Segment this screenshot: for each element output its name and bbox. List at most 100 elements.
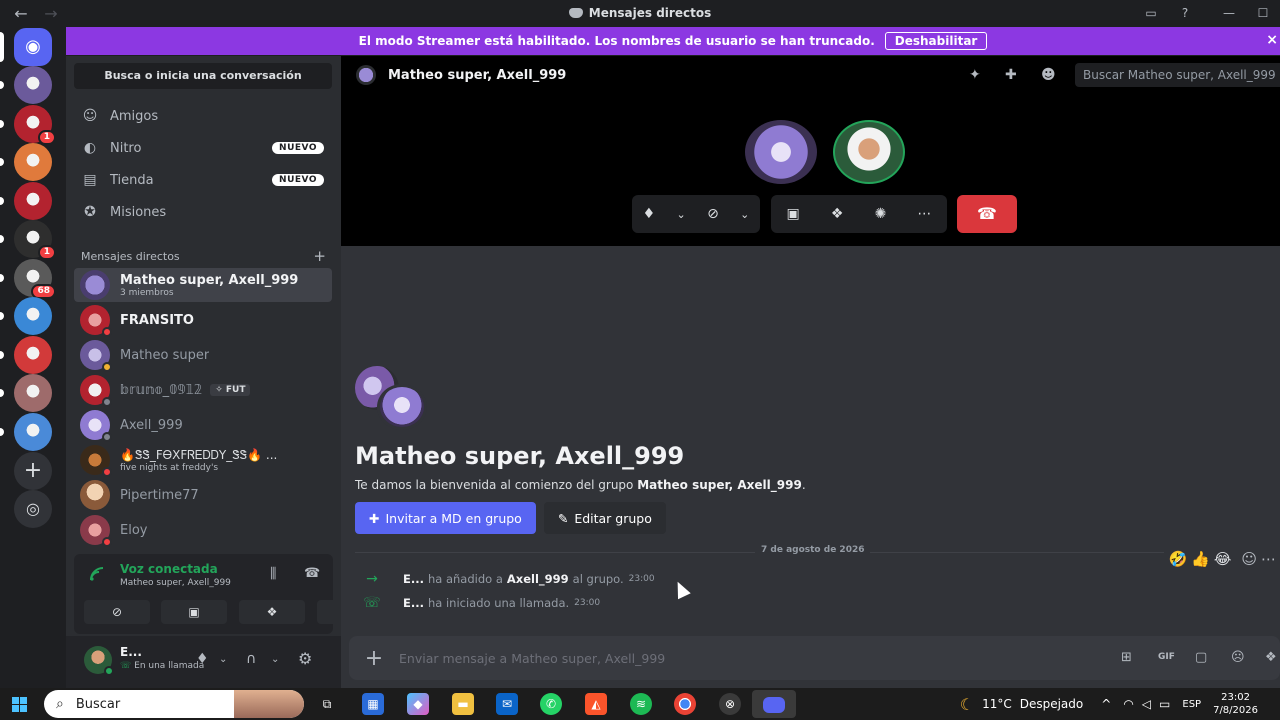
signal-icon[interactable] <box>90 567 106 581</box>
server-icon[interactable]: 1 <box>0 104 56 145</box>
share-screen-button[interactable]: ▣ <box>161 600 227 624</box>
chevron-down-icon[interactable]: ⌄ <box>740 208 749 221</box>
chrome-icon[interactable] <box>674 693 696 715</box>
help-icon[interactable]: ? <box>1168 6 1202 20</box>
gift-icon[interactable]: ⊞ <box>1121 650 1132 665</box>
dm-item-matheo[interactable]: Matheo super <box>74 338 332 372</box>
server-icon[interactable] <box>0 66 52 104</box>
copilot-icon[interactable]: ◆ <box>407 693 429 715</box>
server-icon[interactable]: 1 <box>0 220 56 260</box>
dm-item-group[interactable]: Matheo super, Axell_999 3 miembros <box>74 268 332 302</box>
discord-app-icon[interactable] <box>752 690 796 718</box>
brave-icon[interactable]: ◭ <box>585 693 607 715</box>
settings-icon[interactable]: ⚙ <box>298 649 312 668</box>
participant-avatar[interactable] <box>833 120 905 184</box>
inbox-icon[interactable]: ▭ <box>1134 6 1168 20</box>
rofl-emoji-icon[interactable]: 🤣 <box>1168 550 1187 568</box>
taskbar-search[interactable]: ⌕ Buscar <box>44 690 304 718</box>
nav-friends[interactable]: ☺ Amigos <box>74 100 332 132</box>
share-screen-icon[interactable]: ▣ <box>787 206 800 222</box>
outlook-icon[interactable]: ✉ <box>496 693 518 715</box>
maximize-icon[interactable]: ☐ <box>1246 6 1280 20</box>
gif-icon[interactable]: GIF <box>1158 652 1175 662</box>
server-icon[interactable] <box>0 181 52 220</box>
server-icon[interactable] <box>0 335 52 374</box>
edit-group-button[interactable]: ✎ Editar grupo <box>543 502 666 534</box>
moon-weather-icon[interactable]: ☾ <box>960 695 974 714</box>
apps-icon[interactable]: ❖ <box>1265 650 1277 665</box>
xbox-icon[interactable]: ⊗ <box>719 693 741 715</box>
microphone-icon[interactable]: ♦ <box>643 206 656 222</box>
spotify-icon[interactable]: ≋ <box>630 693 652 715</box>
message-input[interactable]: Enviar mensaje a Matheo super, Axell_999 <box>399 651 665 666</box>
camera-off-button[interactable]: ⊘ <box>84 600 150 624</box>
server-icon[interactable] <box>0 297 52 335</box>
pin-icon[interactable]: ✦ <box>969 67 981 83</box>
dm-item-bruno[interactable]: 𝕓𝕣𝕦𝕟𝕠_𝟘𝟡𝟙𝟚 ✧ FUT <box>74 373 332 407</box>
dm-item-pipertime[interactable]: Pipertime77 <box>74 478 332 512</box>
participant-avatar[interactable] <box>745 120 817 184</box>
nav-quests[interactable]: ✪ Misiones <box>74 196 332 228</box>
thumbs-up-emoji-icon[interactable]: 👍 <box>1191 550 1210 568</box>
chat-search-input[interactable]: Buscar Matheo super, Axell_999 <box>1075 63 1280 87</box>
disconnect-icon[interactable]: ☎ <box>304 566 320 581</box>
voice-status: Voz conectada <box>120 562 218 576</box>
chevron-down-icon[interactable]: ⌄ <box>677 208 686 221</box>
activities-icon[interactable]: ❖ <box>831 206 844 222</box>
activities-button[interactable]: ❖ <box>239 600 305 624</box>
dm-item-foxfreddy[interactable]: 🔥ᏕᏕ_FᎾXFᏒᎬᎠᎠY_ᏕᏕ🔥 ... five nights at fre… <box>74 443 332 477</box>
file-explorer-icon[interactable]: ▬ <box>452 693 474 715</box>
weather-temp[interactable]: 11°C <box>982 697 1012 711</box>
whatsapp-icon[interactable]: ✆ <box>540 693 562 715</box>
noise-suppression-icon[interactable]: ⫼ <box>270 566 276 582</box>
battery-icon[interactable]: ▭ <box>1159 697 1170 711</box>
chevron-down-icon[interactable]: ⌄ <box>219 654 227 665</box>
minimize-icon[interactable]: — <box>1212 6 1246 20</box>
disconnect-call-button[interactable]: ☎ <box>957 195 1017 233</box>
dm-search-button[interactable]: Busca o inicia una conversación <box>74 63 332 89</box>
emoji-icon[interactable]: ☹ <box>1231 650 1245 665</box>
headphones-icon[interactable]: ∩ <box>246 651 256 667</box>
task-view-icon[interactable]: ⧉ <box>316 693 338 715</box>
user-avatar[interactable] <box>84 646 114 676</box>
add-reaction-icon[interactable]: ☺ <box>1241 550 1257 568</box>
sticker-icon[interactable]: ▢ <box>1195 650 1207 665</box>
clock[interactable]: 23:02 7/8/2026 <box>1213 691 1258 717</box>
add-friends-icon[interactable]: ✚ <box>1005 67 1017 83</box>
attach-plus-icon[interactable]: + <box>349 646 399 671</box>
server-icon[interactable]: 68 <box>0 258 56 299</box>
forward-icon[interactable]: → <box>40 4 62 23</box>
dm-item-fransito[interactable]: FRANSITO <box>74 303 332 337</box>
add-server-button[interactable]: + <box>14 452 52 490</box>
dm-item-eloy[interactable]: Eloy <box>74 513 332 547</box>
chevron-down-icon[interactable]: ⌄ <box>271 654 279 665</box>
close-banner-icon[interactable]: × <box>1266 32 1278 48</box>
server-icon[interactable] <box>0 412 52 451</box>
more-icon[interactable]: ⋯ <box>1261 550 1276 568</box>
more-icon[interactable]: ⋯ <box>917 206 931 222</box>
soundboard-icon[interactable]: ✺ <box>875 206 887 222</box>
language-indicator[interactable]: ESP <box>1182 699 1201 710</box>
voice-channel[interactable]: Matheo super, Axell_999 <box>120 578 231 588</box>
chevron-up-icon[interactable]: ^ <box>1101 697 1111 711</box>
camera-off-icon[interactable]: ⊘ <box>707 206 719 222</box>
joy-emoji-icon[interactable]: 😂 <box>1214 550 1232 568</box>
members-icon[interactable]: ☻ <box>1041 67 1056 83</box>
server-icon[interactable] <box>0 374 52 412</box>
weather-desc[interactable]: Despejado <box>1020 697 1084 711</box>
disable-streamer-button[interactable]: Deshabilitar <box>884 32 988 50</box>
home-button[interactable]: ◉ <box>0 28 52 66</box>
invite-group-button[interactable]: ✚ Invitar a MD en grupo <box>355 502 536 534</box>
create-dm-icon[interactable]: + <box>313 247 326 265</box>
dm-item-axell[interactable]: Axell_999 <box>74 408 332 442</box>
nav-shop[interactable]: ▤ Tienda NUEVO <box>74 164 332 196</box>
nav-nitro[interactable]: ◐ Nitro NUEVO <box>74 132 332 164</box>
server-icon[interactable] <box>0 143 52 181</box>
start-button[interactable] <box>12 697 27 712</box>
microphone-icon[interactable]: ♦ <box>196 651 209 667</box>
store-icon[interactable]: ▦ <box>362 693 384 715</box>
volume-icon[interactable]: ◁ <box>1142 697 1151 711</box>
back-icon[interactable]: ← <box>10 4 32 23</box>
wifi-icon[interactable]: ◠ <box>1123 697 1133 711</box>
explore-servers-button[interactable]: ◎ <box>14 490 52 528</box>
